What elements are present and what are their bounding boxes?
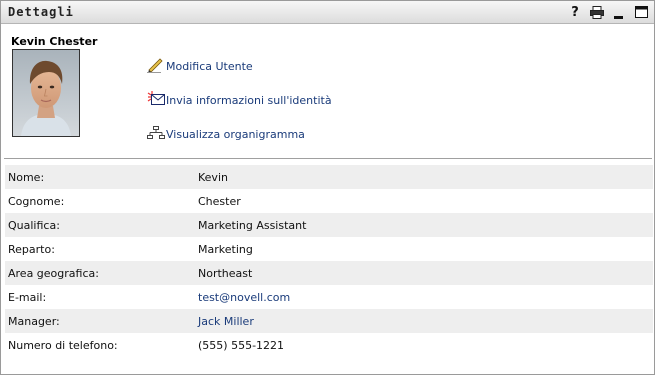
user-name: Kevin Chester xyxy=(11,35,98,48)
edit-user-link[interactable]: Modifica Utente xyxy=(147,55,253,73)
last-name-label: Cognome: xyxy=(8,194,65,208)
detail-row-first-name: Nome: Kevin xyxy=(5,165,653,189)
detail-row-job-title: Qualifica: Marketing Assistant xyxy=(5,213,653,237)
detail-row-department: Reparto: Marketing xyxy=(5,237,653,261)
view-org-chart-label: Visualizza organigramma xyxy=(166,128,305,141)
portlet-title: Dettagli xyxy=(8,5,74,19)
first-name-value: Kevin xyxy=(198,170,228,184)
portlet-titlebar: Dettagli ? xyxy=(1,1,654,24)
job-title-label: Qualifica: xyxy=(8,218,60,232)
manager-link[interactable]: Jack Miller xyxy=(198,315,254,328)
detail-row-manager: Manager: Jack Miller xyxy=(5,309,653,333)
detail-row-last-name: Cognome: Chester xyxy=(5,189,653,213)
detail-row-phone: Numero di telefono: (555) 555-1221 xyxy=(5,333,653,357)
print-icon[interactable] xyxy=(590,5,604,20)
phone-value: (555) 555-1221 xyxy=(198,338,285,352)
user-photo xyxy=(12,49,80,137)
detail-row-email: E-mail: test@novell.com xyxy=(5,285,653,309)
email-label: E-mail: xyxy=(8,290,47,304)
first-name-label: Nome: xyxy=(8,170,45,184)
last-name-value: Chester xyxy=(198,194,241,208)
maximize-icon[interactable] xyxy=(634,5,648,20)
send-identity-info-label: Invia informazioni sull'identità xyxy=(166,94,332,107)
phone-label: Numero di telefono: xyxy=(8,338,118,352)
region-label: Area geografica: xyxy=(8,266,99,280)
detail-row-region: Area geografica: Northeast xyxy=(5,261,653,285)
email-link[interactable]: test@novell.com xyxy=(198,291,290,304)
minimize-icon[interactable] xyxy=(612,5,626,20)
region-value: Northeast xyxy=(198,266,253,280)
view-org-chart-link[interactable]: Visualizza organigramma xyxy=(147,123,305,141)
section-divider xyxy=(4,158,652,159)
details-table: Nome: Kevin Cognome: Chester Qualifica: … xyxy=(5,165,653,357)
email-icon xyxy=(147,91,165,107)
department-value: Marketing xyxy=(198,242,253,256)
details-portlet: Dettagli ? Kevin Chester Modifica Utente… xyxy=(0,0,655,375)
profile-section: Kevin Chester Modifica Utente Invia info… xyxy=(1,25,654,158)
org-chart-icon xyxy=(147,125,165,141)
department-label: Reparto: xyxy=(8,242,55,256)
manager-label: Manager: xyxy=(8,314,60,328)
help-icon[interactable]: ? xyxy=(568,5,582,20)
send-identity-info-link[interactable]: Invia informazioni sull'identità xyxy=(147,89,332,107)
job-title-value: Marketing Assistant xyxy=(198,218,307,232)
edit-user-label: Modifica Utente xyxy=(166,60,253,73)
edit-pencil-icon xyxy=(147,57,165,73)
titlebar-icons: ? xyxy=(568,4,648,21)
